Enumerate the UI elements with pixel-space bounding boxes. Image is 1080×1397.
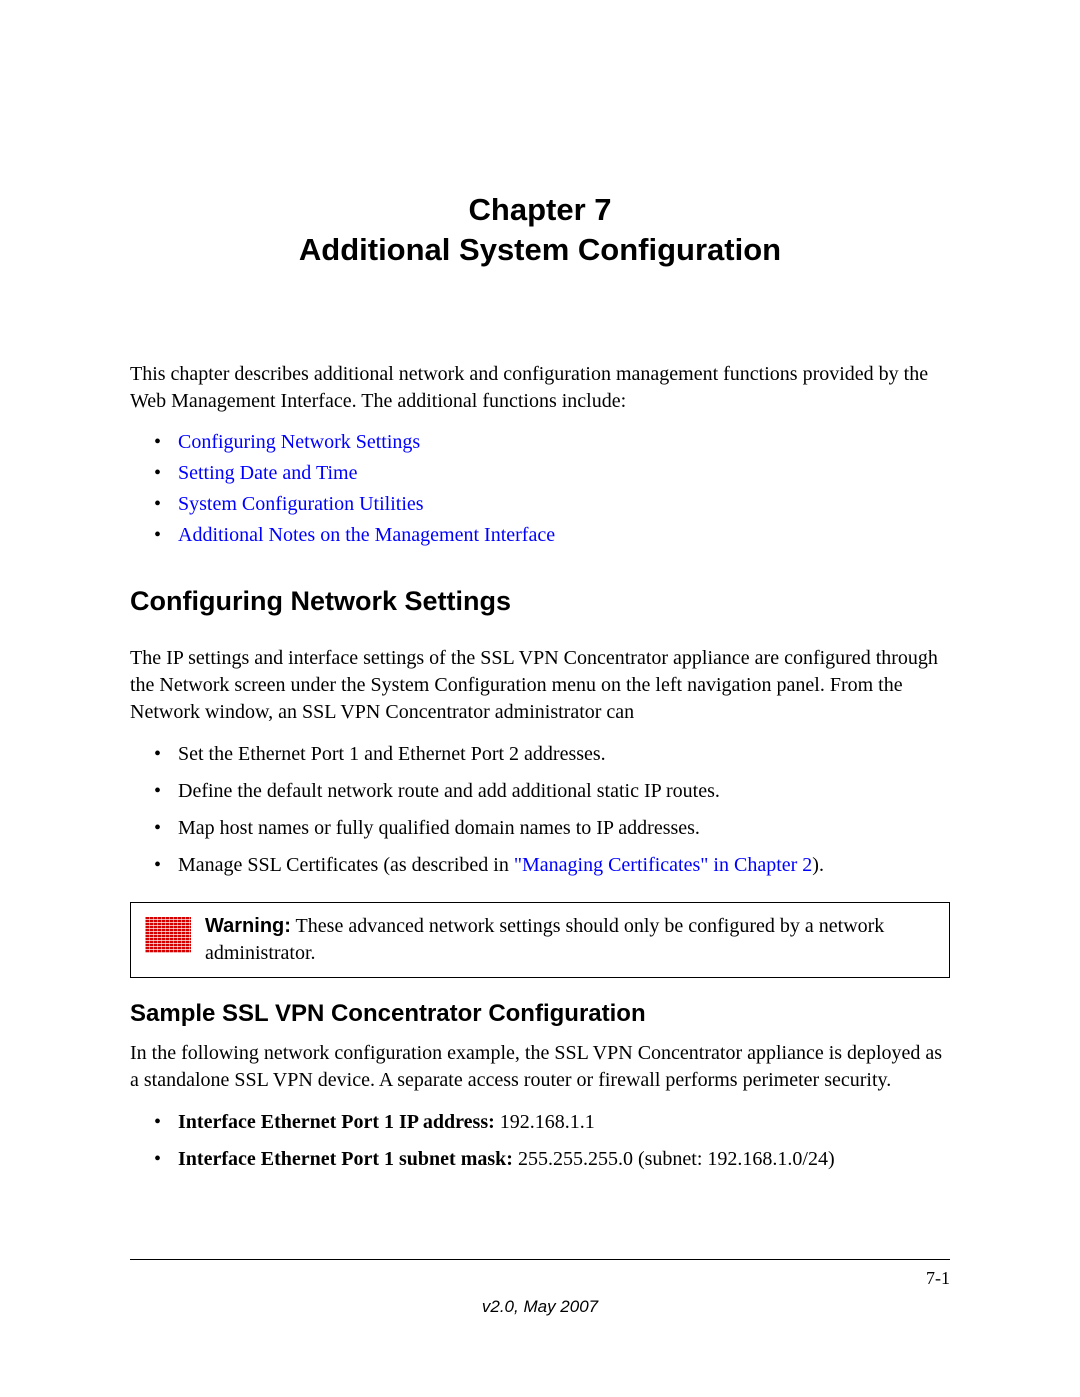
- config-label: Interface Ethernet Port 1 subnet mask:: [178, 1148, 518, 1170]
- warning-icon: [145, 917, 191, 953]
- config-value: 255.255.255.0 (subnet: 192.168.1.0/24): [518, 1148, 835, 1170]
- cross-reference-link[interactable]: "Managing Certificates" in Chapter 2: [514, 854, 812, 876]
- warning-body: These advanced network settings should o…: [205, 915, 884, 964]
- intro-paragraph: This chapter describes additional networ…: [130, 361, 950, 415]
- document-page: Chapter 7 Additional System Configuratio…: [0, 0, 1080, 1276]
- body-paragraph: In the following network configuration e…: [130, 1040, 950, 1094]
- list-item: Configuring Network Settings: [130, 427, 950, 458]
- warning-text: Warning: These advanced network settings…: [205, 913, 935, 967]
- bullet-text: Define the default network route and add…: [178, 780, 720, 802]
- list-item: Manage SSL Certificates (as described in…: [130, 847, 950, 884]
- toc-link-list: Configuring Network Settings Setting Dat…: [130, 427, 950, 551]
- warning-callout: Warning: These advanced network settings…: [130, 902, 950, 978]
- bullet-list: Set the Ethernet Port 1 and Ethernet Por…: [130, 736, 950, 884]
- page-footer: 7-1 v2.0, May 2007: [130, 1259, 950, 1317]
- toc-link[interactable]: Configuring Network Settings: [178, 431, 420, 453]
- body-paragraph: The IP settings and interface settings o…: [130, 645, 950, 726]
- subsection-heading: Sample SSL VPN Concentrator Configuratio…: [130, 1000, 950, 1028]
- toc-link[interactable]: Additional Notes on the Management Inter…: [178, 524, 555, 546]
- chapter-title: Additional System Configuration: [130, 230, 950, 270]
- page-number: 7-1: [130, 1268, 950, 1289]
- toc-link[interactable]: System Configuration Utilities: [178, 493, 424, 515]
- config-value: 192.168.1.1: [500, 1111, 595, 1133]
- list-item: Set the Ethernet Port 1 and Ethernet Por…: [130, 736, 950, 773]
- config-label: Interface Ethernet Port 1 IP address:: [178, 1111, 500, 1133]
- warning-label: Warning:: [205, 915, 291, 937]
- toc-link[interactable]: Setting Date and Time: [178, 462, 357, 484]
- chapter-heading: Chapter 7 Additional System Configuratio…: [130, 190, 950, 271]
- footer-version: v2.0, May 2007: [130, 1297, 950, 1317]
- section-heading: Configuring Network Settings: [130, 586, 950, 617]
- list-item: Define the default network route and add…: [130, 773, 950, 810]
- footer-rule: [130, 1259, 950, 1260]
- bullet-text-prefix: Manage SSL Certificates (as described in: [178, 854, 514, 876]
- bullet-list: Interface Ethernet Port 1 IP address: 19…: [130, 1104, 950, 1178]
- list-item: Setting Date and Time: [130, 458, 950, 489]
- list-item: Additional Notes on the Management Inter…: [130, 520, 950, 551]
- bullet-text: Set the Ethernet Port 1 and Ethernet Por…: [178, 743, 606, 765]
- list-item: Map host names or fully qualified domain…: [130, 810, 950, 847]
- bullet-text-suffix: ).: [812, 854, 824, 876]
- chapter-number: Chapter 7: [130, 190, 950, 230]
- bullet-text: Map host names or fully qualified domain…: [178, 817, 700, 839]
- list-item: Interface Ethernet Port 1 IP address: 19…: [130, 1104, 950, 1141]
- list-item: Interface Ethernet Port 1 subnet mask: 2…: [130, 1141, 950, 1178]
- list-item: System Configuration Utilities: [130, 489, 950, 520]
